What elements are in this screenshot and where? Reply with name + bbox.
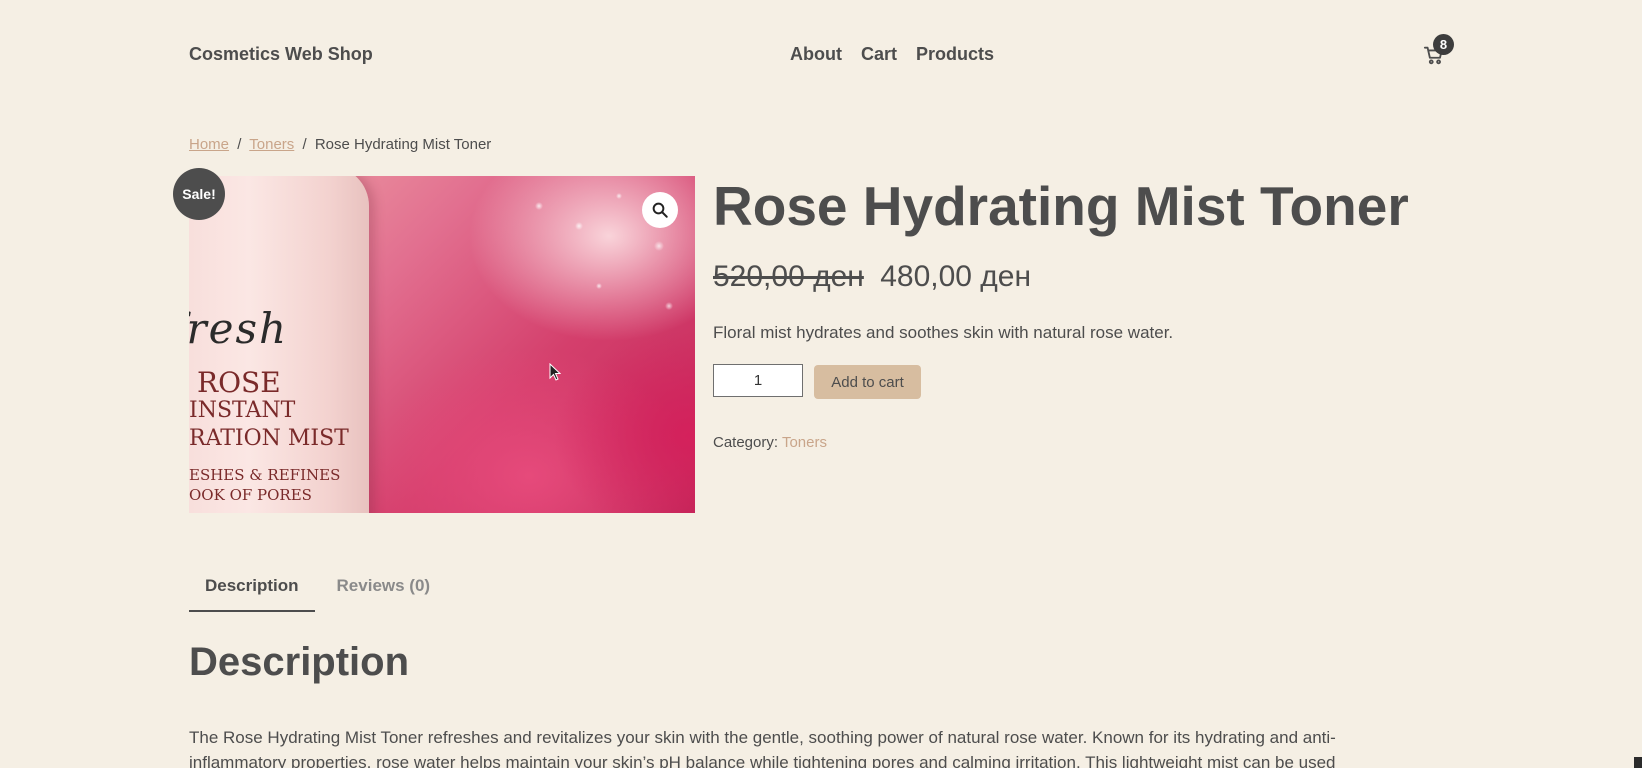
mouse-cursor-icon [549, 363, 561, 381]
nav-products[interactable]: Products [916, 44, 994, 65]
product-image[interactable]: fresh ROSE INSTANT RATION MIST ESHES & R… [189, 176, 695, 513]
scrollbar-edge [1634, 757, 1642, 768]
bottle-brand: fresh [189, 304, 289, 353]
main-nav: About Cart Products [790, 44, 994, 65]
cart-count-badge: 8 [1433, 34, 1454, 55]
description-body: The Rose Hydrating Mist Toner refreshes … [189, 728, 1336, 768]
bottle-line: INSTANT [189, 398, 296, 423]
product-title: Rose Hydrating Mist Toner [713, 175, 1409, 237]
bottle-graphic: fresh ROSE INSTANT RATION MIST ESHES & R… [189, 176, 369, 513]
nav-cart[interactable]: Cart [861, 44, 897, 65]
bottle-line: OOK OF PORES [189, 486, 312, 504]
product-category: Category: Toners [713, 434, 827, 451]
bottle-line: RATION MIST [189, 426, 349, 451]
sale-price: 480,00 ден [880, 260, 1032, 293]
breadcrumb-separator: / [302, 136, 307, 153]
category-label: Category: [713, 434, 779, 451]
short-description: Floral mist hydrates and soothes skin wi… [713, 323, 1174, 342]
tab-description[interactable]: Description [189, 572, 315, 612]
product-page: Cosmetics Web Shop About Cart Products 8… [0, 0, 1642, 768]
zoom-button[interactable] [642, 192, 678, 228]
category-link[interactable]: Toners [782, 434, 827, 451]
sale-badge: Sale! [173, 168, 225, 220]
product-price: 520,00 ден 480,00 ден [713, 260, 1031, 294]
tab-reviews[interactable]: Reviews (0) [321, 572, 447, 612]
magnifier-icon [652, 202, 668, 218]
product-tabs: Description Reviews (0) [189, 572, 446, 612]
quantity-input[interactable] [713, 364, 803, 397]
breadcrumb-category[interactable]: Toners [249, 136, 294, 153]
breadcrumb: Home / Toners / Rose Hydrating Mist Tone… [189, 136, 491, 153]
nav-about[interactable]: About [790, 44, 842, 65]
bottle-line: ESHES & REFINES [189, 466, 341, 484]
breadcrumb-home[interactable]: Home [189, 136, 229, 153]
breadcrumb-separator: / [237, 136, 242, 153]
description-heading: Description [189, 640, 410, 684]
breadcrumb-current: Rose Hydrating Mist Toner [314, 136, 492, 153]
old-price: 520,00 ден [713, 260, 864, 293]
bottle-line: ROSE [197, 366, 281, 399]
site-title[interactable]: Cosmetics Web Shop [189, 44, 373, 65]
add-to-cart-button[interactable]: Add to cart [814, 365, 921, 399]
